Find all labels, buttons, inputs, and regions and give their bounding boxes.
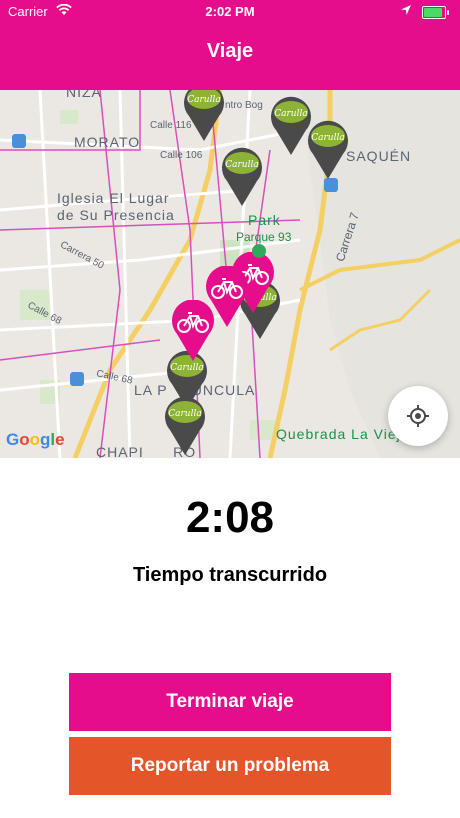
svg-text:Carulla: Carulla: [170, 363, 203, 373]
report-problem-button[interactable]: Reportar un problema: [69, 737, 391, 795]
transit-icon: [70, 372, 84, 386]
map-label-iglesia-line2: de Su Presencia: [57, 207, 175, 223]
end-trip-button[interactable]: Terminar viaje: [69, 673, 391, 731]
top-bar: Carrier 2:02 PM Viaje: [0, 0, 460, 90]
transit-icon: [12, 134, 26, 148]
map-label-morato: MORATO: [74, 134, 141, 150]
svg-text:Carulla: Carulla: [187, 95, 220, 105]
store-pin[interactable]: Carulla: [219, 145, 265, 207]
location-arrow-icon: [400, 4, 412, 19]
svg-text:Carulla: Carulla: [225, 160, 258, 170]
map-view[interactable]: NIZA MORATO Iglesia El Lugar de Su Prese…: [0, 90, 460, 458]
transit-icon: [324, 178, 338, 192]
battery-icon: [422, 6, 449, 19]
crosshair-icon: [407, 405, 429, 427]
status-bar: Carrier 2:02 PM: [0, 0, 460, 24]
svg-text:Carulla: Carulla: [311, 133, 344, 143]
svg-text:Carulla: Carulla: [274, 109, 307, 119]
park-icon: [252, 244, 266, 258]
map-label-niza: NIZA: [66, 90, 102, 100]
map-label-parque93: Parque 93: [236, 230, 292, 244]
map-label-calle106: Calle 106: [160, 150, 203, 161]
map-label-iglesia-line1: Iglesia El Lugar: [57, 190, 170, 206]
map-label-usaquen: SAQUÉN: [346, 148, 412, 164]
store-pin[interactable]: Carulla: [181, 90, 227, 142]
elapsed-time: 2:08: [185, 493, 275, 542]
google-logo: Google: [6, 430, 65, 449]
my-location-button[interactable]: [388, 386, 448, 446]
status-time: 2:02 PM: [205, 4, 255, 19]
map-label-centro: ntro Bog: [225, 100, 263, 111]
bike-station-pin[interactable]: [170, 299, 216, 362]
store-pin[interactable]: Carulla: [305, 118, 351, 180]
elapsed-time-label: Tiempo transcurrido: [132, 564, 328, 586]
map-label-quebrada: Quebrada La Vieja: [276, 426, 410, 442]
page-title: Viaje: [206, 40, 254, 62]
store-pin[interactable]: Carulla: [162, 394, 208, 456]
svg-text:Carulla: Carulla: [168, 409, 201, 419]
map-label-park: Park: [248, 212, 281, 228]
